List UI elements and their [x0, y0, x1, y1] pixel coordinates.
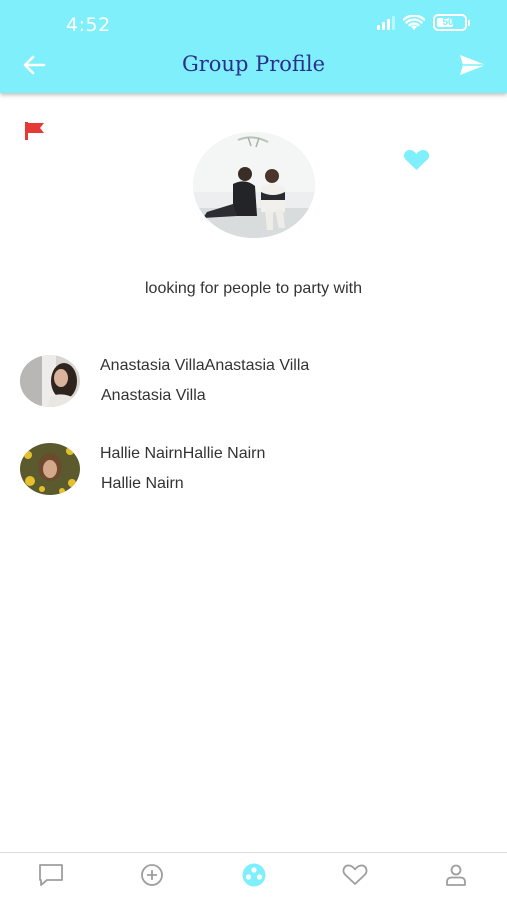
- status-time: 4:52: [66, 14, 111, 36]
- member-name: Anastasia Villa: [101, 387, 206, 404]
- battery-level: 50: [442, 17, 454, 28]
- member-avatar: [20, 443, 80, 495]
- chat-icon[interactable]: [37, 863, 65, 887]
- page-title: Group Profile: [181, 52, 326, 76]
- bottom-tab-bar: [0, 852, 507, 900]
- group-description: looking for people to party with: [144, 280, 362, 297]
- signal-icon: [377, 15, 395, 30]
- member-row[interactable]: Anastasia VillaAnastasia Villa Anastasia…: [20, 355, 460, 411]
- add-circle-icon[interactable]: [138, 863, 166, 887]
- member-name: Hallie Nairn: [101, 475, 184, 492]
- send-icon[interactable]: [459, 54, 487, 76]
- app-header: 4:52 50 Group Profile: [0, 0, 507, 93]
- status-icons: 50: [377, 14, 470, 31]
- member-username: Hallie NairnHallie Nairn: [100, 445, 266, 462]
- member-username: Anastasia VillaAnastasia Villa: [100, 357, 310, 374]
- profile-icon[interactable]: [442, 863, 470, 887]
- groups-icon[interactable]: [240, 863, 268, 887]
- wifi-icon: [403, 14, 425, 30]
- heart-icon[interactable]: [403, 149, 430, 171]
- flag-icon[interactable]: [24, 121, 46, 141]
- member-avatar: [20, 355, 80, 407]
- heart-icon[interactable]: [341, 863, 369, 887]
- group-photo: [193, 132, 315, 238]
- battery-icon: 50: [433, 14, 470, 31]
- member-row[interactable]: Hallie NairnHallie Nairn Hallie Nairn: [20, 443, 460, 499]
